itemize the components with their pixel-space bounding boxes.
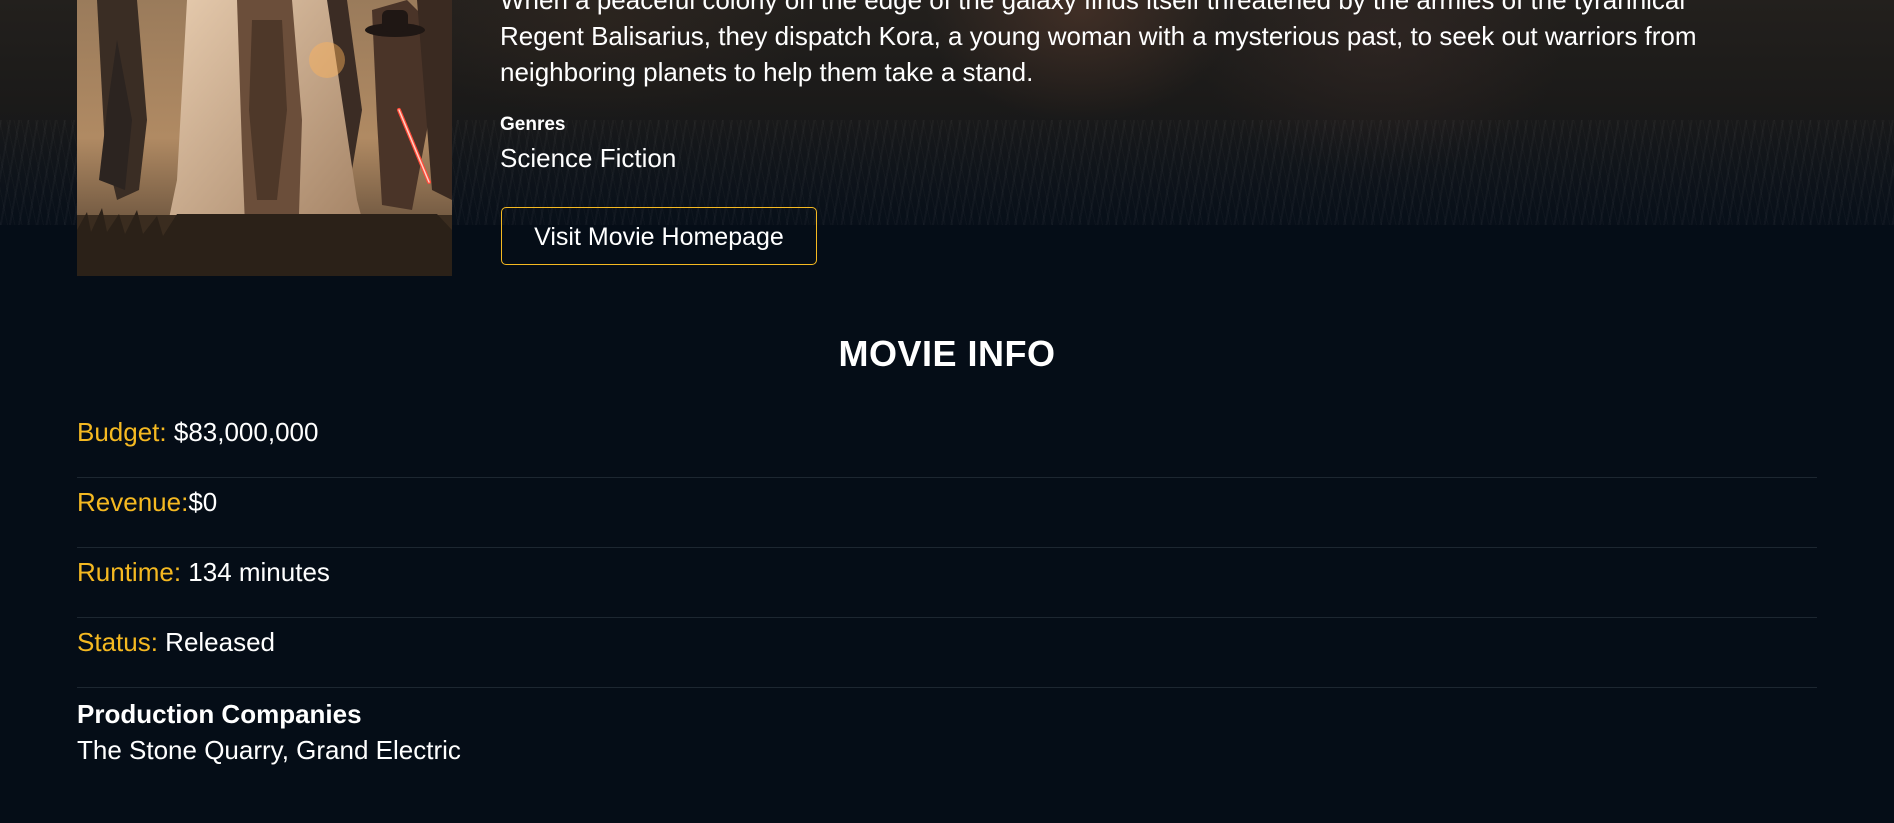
info-value: $83,000,000 xyxy=(166,417,319,447)
info-row-revenue: Revenue:$0 xyxy=(77,478,1817,548)
overview-line: When a peaceful colony on the edge of th… xyxy=(500,0,1686,15)
info-value: Released xyxy=(157,627,276,657)
info-row-runtime: Runtime: 134 minutes xyxy=(77,548,1817,618)
info-label: Status: xyxy=(77,627,158,657)
genres-label: Genres xyxy=(500,114,566,135)
movie-overview: When a peaceful colony on the edge of th… xyxy=(500,0,1760,90)
info-value: $0 xyxy=(188,487,218,517)
visit-movie-homepage-button[interactable]: Visit Movie Homepage xyxy=(501,207,817,265)
production-companies-value: The Stone Quarry, Grand Electric xyxy=(77,735,461,765)
info-row-budget: Budget: $83,000,000 xyxy=(77,408,1817,478)
overview-line: Regent Balisarius, they dispatch Kora, a… xyxy=(500,21,1697,51)
info-label: Runtime: xyxy=(77,557,182,587)
overview-line: neighboring planets to help them take a … xyxy=(500,57,1034,87)
movie-details-page: When a peaceful colony on the edge of th… xyxy=(0,0,1894,823)
info-label: Revenue: xyxy=(77,487,189,517)
info-label: Budget: xyxy=(77,417,167,447)
info-value: 134 minutes xyxy=(181,557,330,587)
production-companies: Production Companies The Stone Quarry, G… xyxy=(77,696,1817,768)
info-row-status: Status: Released xyxy=(77,618,1817,688)
movie-info-list: Budget: $83,000,000 Revenue:$0 Runtime: … xyxy=(77,408,1817,688)
production-companies-label: Production Companies xyxy=(77,699,362,729)
movie-poster xyxy=(77,0,452,276)
movie-info-heading: MOVIE INFO xyxy=(838,333,1056,374)
genres-value: Science Fiction xyxy=(500,143,677,173)
